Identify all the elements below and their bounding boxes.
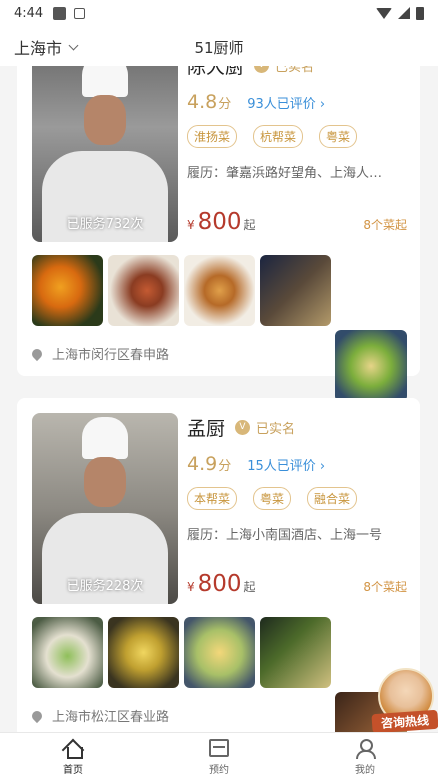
nav-profile[interactable]: 我的 [292,733,438,780]
chef-photo[interactable]: 已服务228次 [32,413,178,604]
cuisine-tag: 粤菜 [319,125,358,148]
cuisine-tags: 本帮菜 粤菜 融合菜 [187,487,407,510]
chef-face-image [84,457,126,507]
reviews-link[interactable]: 15人已评价 › [247,455,325,474]
cuisine-tag: 融合菜 [307,487,358,510]
chef-address: 上海市松江区春业路 [29,706,170,725]
cuisine-tag: 淮扬菜 [187,125,238,148]
chef-resume: 履历：上海小南国酒店、上海一号 [187,528,383,543]
chef-info: 孟厨 V 已实名 4.9 分 15人已评价 › 本帮菜 粤菜 融合菜 履历：上海… [187,413,407,543]
cuisine-tag: 本帮菜 [187,487,238,510]
served-count: 已服务228次 [66,579,144,594]
keyboard-icon [74,7,86,19]
dish-thumbnail[interactable] [108,617,179,688]
nav-label: 预约 [209,765,229,776]
cuisine-tag: 粤菜 [253,487,292,510]
cuisine-tags: 淮扬菜 杭帮菜 粤菜 [187,125,407,148]
chef-card[interactable]: 已服务228次 孟厨 V 已实名 4.9 分 15人已评价 › 本帮菜 粤菜 融… [17,398,420,732]
chef-price: 800 [197,571,242,597]
dish-thumbnail[interactable] [260,255,331,326]
nav-booking[interactable]: 预约 [146,733,292,780]
rating-score: 4.9 [187,453,218,475]
chef-price: 800 [197,209,242,235]
chef-name: 陈大厨 [187,66,245,78]
address-text: 上海市松江区春业路 [52,710,170,725]
battery-icon [416,6,424,20]
dish-thumbnail[interactable] [108,255,179,326]
min-dishes: 8个菜起 [363,218,407,232]
status-icons [376,6,424,20]
status-bar: 4:44 [0,0,438,26]
chef-photo[interactable]: 已服务732次 [32,66,178,242]
signal-icon [398,7,410,19]
page-title: 51厨师 [194,39,244,57]
home-icon [63,739,83,759]
chef-list[interactable]: 已服务732次 陈大厨 V 已实名 4.8 分 93人已评价 › 淮扬菜 杭帮菜… [0,66,438,732]
location-pin-icon [29,346,45,361]
chef-face-image [84,95,126,145]
chef-card[interactable]: 已服务732次 陈大厨 V 已实名 4.8 分 93人已评价 › 淮扬菜 杭帮菜… [17,66,420,402]
chef-hat-image [82,417,128,459]
nav-home[interactable]: 首页 [0,733,146,780]
chef-resume: 履历：肇嘉浜路好望角、上海人… [187,166,383,181]
dish-thumbnail[interactable] [335,330,407,402]
reviews-link[interactable]: 93人已评价 › [247,93,325,112]
price-row: ¥ 800 起 8个菜起 [187,571,407,597]
currency-symbol: ¥ [187,218,195,232]
address-text: 上海市闵行区春申路 [52,348,170,363]
rating-unit: 分 [218,97,232,112]
app-header: 上海市 51厨师 [0,26,438,66]
dish-thumbnail[interactable] [260,617,331,688]
chef-info: 陈大厨 V 已实名 4.8 分 93人已评价 › 淮扬菜 杭帮菜 粤菜 履历：肇… [187,66,407,181]
price-row: ¥ 800 起 8个菜起 [187,209,407,235]
nav-label: 我的 [355,765,375,776]
served-count: 已服务732次 [66,217,144,232]
nav-label: 首页 [63,765,83,776]
verified-icon: V [235,419,251,435]
dish-thumbnail[interactable] [184,255,255,326]
calendar-icon [209,739,229,757]
verified-label: 已实名 [256,421,296,437]
verified-badge: V 已实名 [254,66,314,75]
dish-gallery [32,255,331,326]
consult-label: 咨询热线 [371,709,438,734]
bottom-nav: 首页 预约 我的 [0,732,438,780]
price-suffix: 起 [243,218,256,232]
consult-hotline-button[interactable]: 咨询热线 [371,666,438,734]
currency-symbol: ¥ [187,580,195,594]
user-icon [355,739,376,759]
min-dishes: 8个菜起 [363,580,407,594]
status-time: 4:44 [14,5,44,21]
chef-hat-image [82,66,128,97]
dish-thumbnail[interactable] [184,617,255,688]
dish-thumbnail[interactable] [32,617,103,688]
notification-icon [53,6,67,20]
dish-thumbnail[interactable] [32,255,103,326]
location-pin-icon [29,708,45,723]
wifi-icon [376,7,392,19]
verified-icon: V [254,66,270,73]
price-suffix: 起 [243,580,256,594]
dish-gallery [32,617,331,688]
chef-name: 孟厨 [187,417,226,440]
cuisine-tag: 杭帮菜 [253,125,304,148]
rating-score: 4.8 [187,91,218,113]
verified-label: 已实名 [275,66,315,75]
verified-badge: V 已实名 [235,418,295,437]
chef-address: 上海市闵行区春申路 [29,344,170,363]
rating-unit: 分 [218,459,232,474]
